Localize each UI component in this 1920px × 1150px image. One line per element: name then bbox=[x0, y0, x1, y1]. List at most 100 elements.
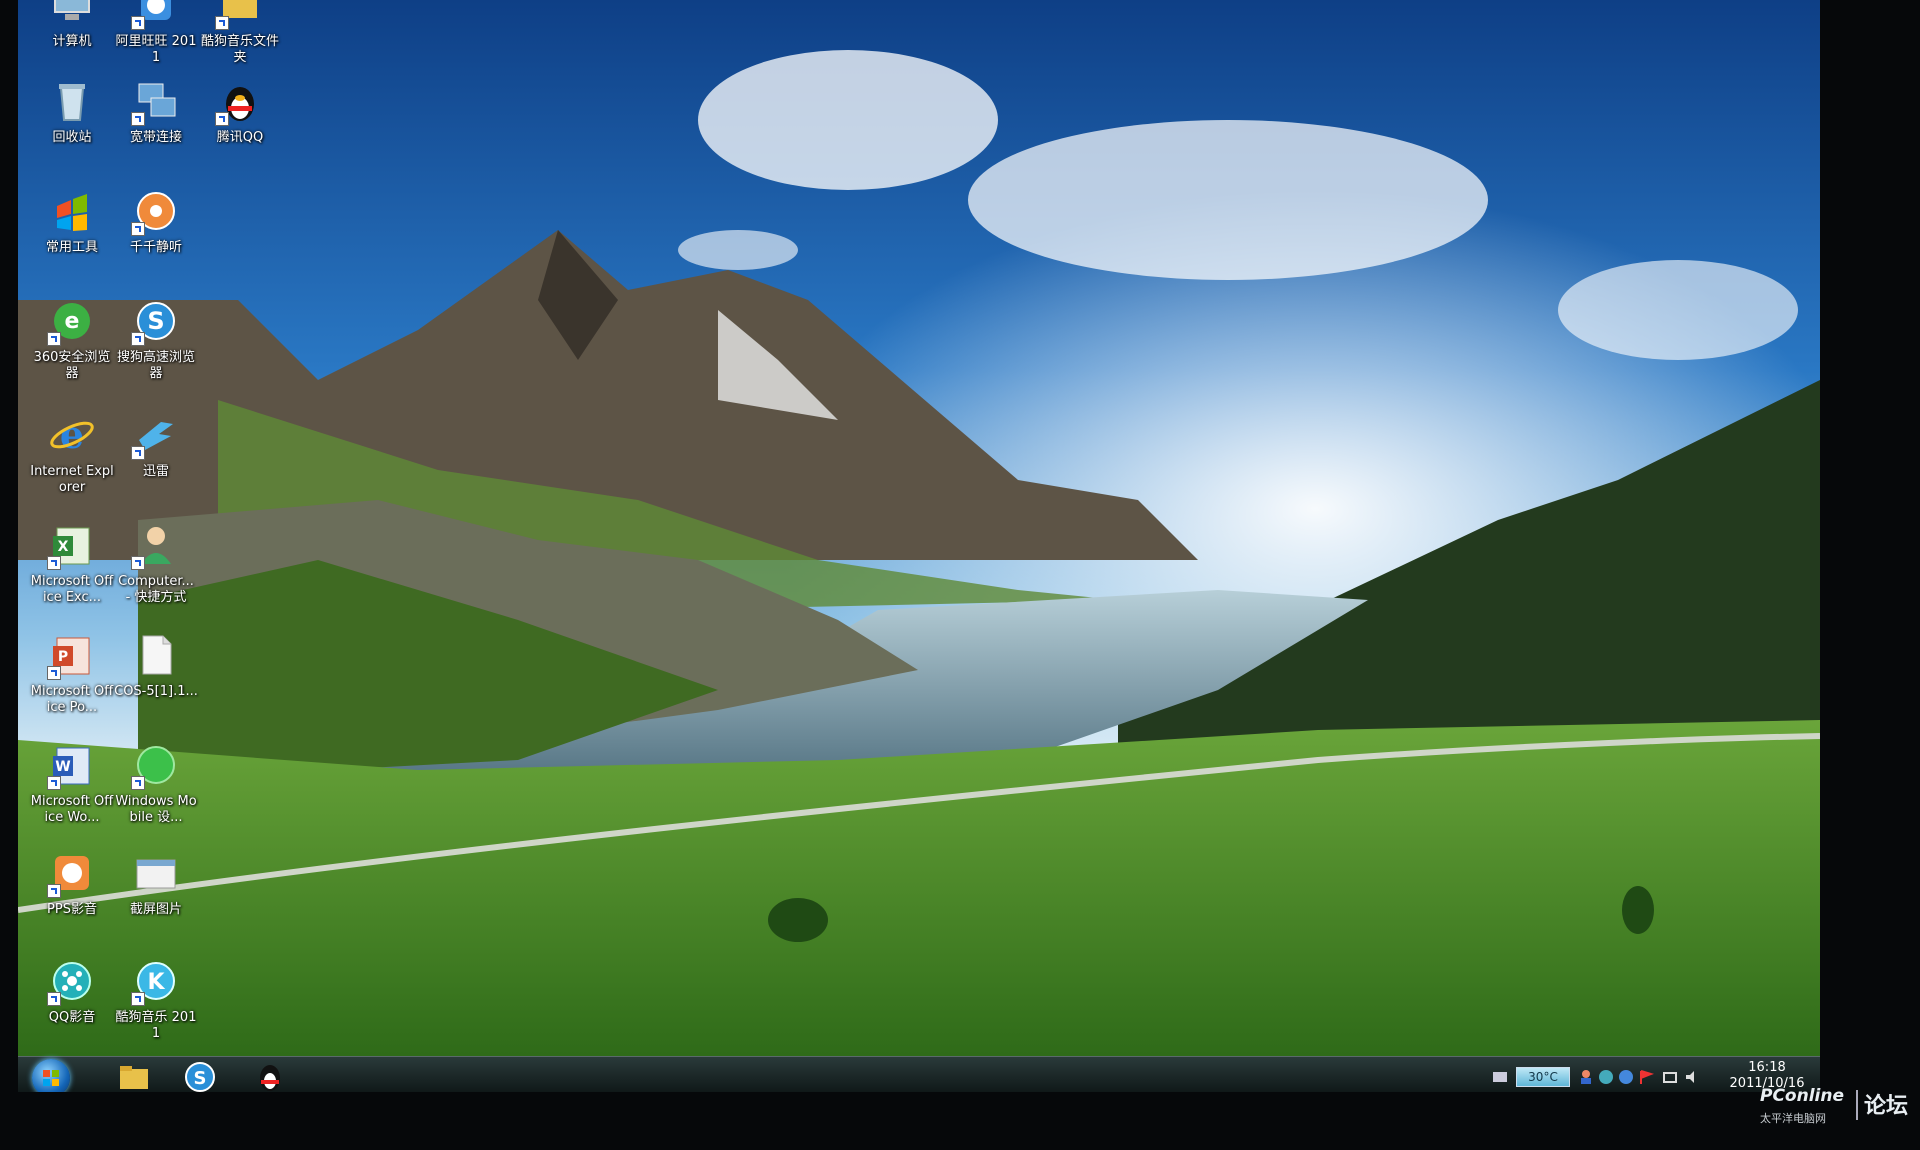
desktop-icon-windows-mobile[interactable]: Windows Mobile 设... bbox=[114, 740, 198, 826]
thunder-icon bbox=[131, 410, 181, 460]
360-browser-icon: e bbox=[47, 296, 97, 346]
network-tray-icon[interactable] bbox=[1618, 1069, 1634, 1085]
powerpoint-icon: P bbox=[47, 630, 97, 680]
document-icon bbox=[131, 630, 181, 680]
shortcut-arrow-icon bbox=[215, 16, 229, 30]
desktop-icon-kugou-folder[interactable]: 酷狗音乐文件夹 bbox=[198, 0, 282, 66]
desktop-icon-computer-shortcut[interactable]: Computer... - 快捷方式 bbox=[114, 520, 198, 606]
flag-icon[interactable] bbox=[1638, 1069, 1655, 1085]
desktop-icon-cos-file[interactable]: COS-5[1].1... bbox=[114, 630, 198, 700]
desktop-icon-thunder[interactable]: 迅雷 bbox=[114, 410, 198, 480]
ie-icon: e bbox=[47, 410, 97, 460]
taskbar: S 30°C 16:18 2011/10/16 bbox=[18, 1056, 1820, 1092]
svg-text:e: e bbox=[65, 309, 80, 334]
folder-icon bbox=[120, 1066, 148, 1089]
recycle-bin-icon bbox=[47, 76, 97, 126]
shortcut-person-icon bbox=[131, 520, 181, 570]
taskbar-qq-button[interactable] bbox=[250, 1060, 290, 1092]
taskbar-sogou-button[interactable]: S bbox=[180, 1060, 220, 1092]
qq-player-icon bbox=[47, 956, 97, 1006]
desktop-icon-label: Microsoft Office Exc... bbox=[30, 574, 114, 605]
desktop-icon-aliwangwang[interactable]: 阿里旺旺 2011 bbox=[114, 0, 198, 66]
desktop-icon-label: 截屏图片 bbox=[129, 902, 182, 917]
desktop-icon-label: 搜狗高速浏览器 bbox=[116, 350, 195, 381]
desktop-icon-broadband[interactable]: 宽带连接 bbox=[114, 76, 198, 146]
shortcut-arrow-icon bbox=[215, 112, 229, 126]
user-icon[interactable] bbox=[1578, 1069, 1594, 1085]
weather-widget[interactable]: 30°C bbox=[1516, 1067, 1570, 1087]
globe-icon[interactable] bbox=[1598, 1069, 1614, 1085]
desktop-icon-label: PPS影音 bbox=[47, 902, 97, 917]
pconline-watermark: PConline 太平洋电脑网 论坛 bbox=[1756, 1082, 1916, 1132]
desktop-icon-label: COS-5[1].1... bbox=[114, 684, 198, 699]
svg-text:K: K bbox=[147, 970, 165, 995]
desktop-icon-screenshot-folder[interactable]: 截屏图片 bbox=[114, 848, 198, 918]
clock-time: 16:18 bbox=[1748, 1060, 1786, 1075]
shortcut-arrow-icon bbox=[131, 446, 145, 460]
shortcut-arrow-icon bbox=[131, 332, 145, 346]
desktop-icon-label: 酷狗音乐文件夹 bbox=[200, 34, 279, 65]
desktop-wallpaper bbox=[18, 0, 1820, 1060]
desktop-icon-qq-player[interactable]: QQ影音 bbox=[30, 956, 114, 1026]
desktop-icon-label: 迅雷 bbox=[142, 464, 169, 479]
kugou-icon: K bbox=[131, 956, 181, 1006]
desktop-icon-ttplayer[interactable]: 千千静听 bbox=[114, 186, 198, 256]
desktop-icon-excel[interactable]: X Microsoft Office Exc... bbox=[30, 520, 114, 606]
start-button[interactable] bbox=[32, 1059, 70, 1092]
shortcut-arrow-icon bbox=[47, 992, 61, 1006]
desktop-screen: 计算机 阿里旺旺 2011 酷狗音乐文件夹 回收站 宽带连接 腾讯QQ 常用工具… bbox=[18, 0, 1820, 1092]
sogou-browser-icon: S bbox=[131, 296, 181, 346]
shortcut-arrow-icon bbox=[131, 222, 145, 236]
desktop-icon-pps[interactable]: PPS影音 bbox=[30, 848, 114, 918]
show-desktop-icon[interactable] bbox=[1492, 1069, 1508, 1085]
windows-mobile-icon bbox=[131, 740, 181, 790]
desktop-icon-360-browser[interactable]: e 360安全浏览器 bbox=[30, 296, 114, 382]
music-player-icon bbox=[131, 186, 181, 236]
desktop-icon-label: 计算机 bbox=[52, 34, 92, 49]
word-icon: W bbox=[47, 740, 97, 790]
desktop-icon-label: 宽带连接 bbox=[129, 130, 182, 145]
excel-icon: X bbox=[47, 520, 97, 570]
svg-text:S: S bbox=[194, 1068, 207, 1089]
computer-icon bbox=[47, 0, 97, 30]
desktop-icon-computer[interactable]: 计算机 bbox=[30, 0, 114, 50]
shortcut-arrow-icon bbox=[131, 556, 145, 570]
aliwangwang-icon bbox=[131, 0, 181, 30]
qq-penguin-icon bbox=[215, 76, 265, 126]
monitor-frame: 计算机 阿里旺旺 2011 酷狗音乐文件夹 回收站 宽带连接 腾讯QQ 常用工具… bbox=[0, 0, 1920, 1150]
svg-text:e: e bbox=[60, 412, 84, 457]
shortcut-arrow-icon bbox=[131, 16, 145, 30]
shortcut-arrow-icon bbox=[47, 332, 61, 346]
desktop-icon-qq[interactable]: 腾讯QQ bbox=[198, 76, 282, 146]
taskbar-explorer-button[interactable] bbox=[114, 1060, 154, 1092]
desktop-icon-tools[interactable]: 常用工具 bbox=[30, 186, 114, 256]
watermark-forum: 论坛 bbox=[1864, 1094, 1909, 1119]
pps-icon bbox=[47, 848, 97, 898]
desktop-icon-powerpoint[interactable]: P Microsoft Office Po... bbox=[30, 630, 114, 716]
desktop-icon-ie[interactable]: e Internet Explorer bbox=[30, 410, 114, 496]
connection-icon[interactable] bbox=[1662, 1069, 1678, 1085]
svg-text:X: X bbox=[58, 539, 69, 555]
desktop-icon-label: 腾讯QQ bbox=[216, 130, 264, 145]
desktop-icon-label: Internet Explorer bbox=[30, 464, 114, 495]
svg-text:W: W bbox=[55, 759, 70, 775]
sogou-browser-icon: S bbox=[185, 1062, 215, 1092]
network-icon bbox=[131, 76, 181, 126]
watermark-subtitle: 太平洋电脑网 bbox=[1760, 1112, 1826, 1125]
shortcut-arrow-icon bbox=[47, 666, 61, 680]
desktop-icon-recycle-bin[interactable]: 回收站 bbox=[30, 76, 114, 146]
desktop-icon-label: 千千静听 bbox=[129, 240, 182, 255]
watermark-logo: PConline bbox=[1760, 1086, 1845, 1106]
screenshot-folder-icon bbox=[131, 848, 181, 898]
shortcut-arrow-icon bbox=[47, 556, 61, 570]
desktop-icon-label: 酷狗音乐 2011 bbox=[115, 1010, 197, 1041]
desktop-icon-kugou[interactable]: K 酷狗音乐 2011 bbox=[114, 956, 198, 1042]
desktop-icon-label: QQ影音 bbox=[48, 1010, 96, 1025]
svg-text:S: S bbox=[147, 307, 164, 335]
volume-icon[interactable] bbox=[1684, 1069, 1700, 1085]
desktop-icon-word[interactable]: W Microsoft Office Wo... bbox=[30, 740, 114, 826]
qq-penguin-icon bbox=[260, 1065, 280, 1091]
desktop-icon-sogou-browser[interactable]: S 搜狗高速浏览器 bbox=[114, 296, 198, 382]
desktop-icon-label: 阿里旺旺 2011 bbox=[115, 34, 197, 65]
shortcut-arrow-icon bbox=[47, 776, 61, 790]
